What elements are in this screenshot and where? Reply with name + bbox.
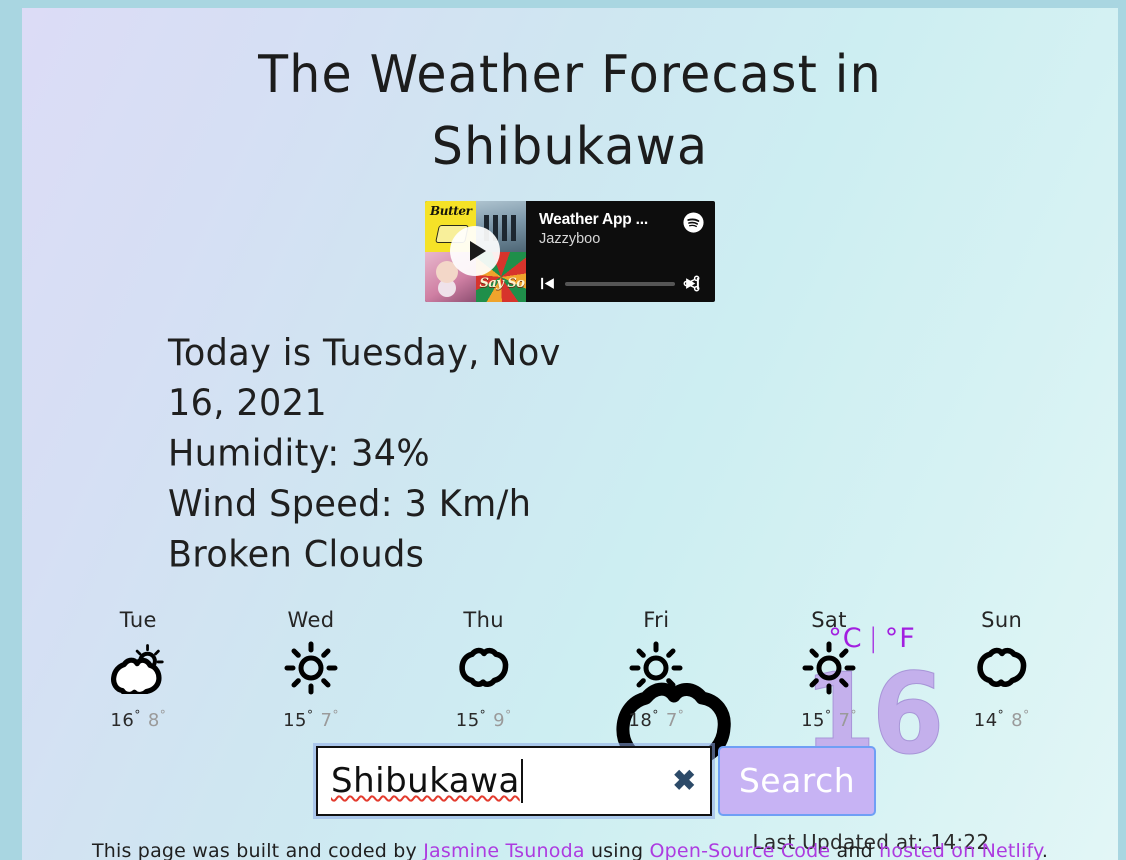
page-title: The Weather Forecast in Shibukawa — [22, 8, 1118, 183]
forecast-day-min: 7° — [665, 708, 685, 731]
album-art-collage: Butter Say So — [425, 201, 526, 302]
forecast-row: Tue 16° 8° Wed 15° 7° Thu 15° 9° Fri 18° 7° Sat 15° 7°… — [52, 608, 1088, 731]
footer-text-2: using — [584, 840, 650, 860]
forecast-day-min: 9° — [493, 708, 512, 731]
forecast-day-max: 18° — [628, 708, 659, 731]
forecast-day-temps: 16° 8° — [52, 708, 225, 731]
forecast-day-name: Fri — [643, 608, 670, 632]
page-title-line2: Shibukawa — [431, 116, 709, 177]
forecast-day: Fri 18° 7° — [570, 608, 743, 731]
search-button[interactable]: Search — [718, 746, 876, 816]
current-wind-speed: Wind Speed: 3 Km/h — [168, 483, 532, 526]
page-title-line1: The Weather Forecast in — [258, 44, 882, 105]
forecast-day-max: 15° — [455, 708, 487, 731]
forecast-day-temps: 15° 9° — [397, 708, 570, 731]
forecast-day-icon — [915, 639, 1088, 697]
forecast-day-icon — [743, 639, 916, 697]
forecast-day-name: Tue — [119, 608, 157, 632]
text-caret — [520, 759, 523, 803]
forecast-day-max: 15° — [801, 708, 832, 731]
cloud-icon — [977, 647, 1026, 688]
footer-link-source[interactable]: Open-Source Code — [650, 840, 831, 860]
forecast-day-min: 8° — [147, 708, 167, 731]
sun-icon — [802, 641, 856, 695]
search-form: Shibukawa ✖ Search — [313, 743, 876, 819]
album-art-tile-1-label: Butter — [430, 204, 472, 218]
app-frame: The Weather Forecast in Shibukawa Butter… — [22, 8, 1118, 860]
search-input-value: Shibukawa — [331, 761, 520, 801]
footer-link-host[interactable]: hosted on Netlify — [879, 840, 1042, 860]
forecast-day-icon — [397, 639, 570, 697]
forecast-day: Thu 15° 9° — [397, 608, 570, 731]
forecast-day: Wed 15° 7° — [225, 608, 398, 731]
current-weather-text: Today is Tuesday, Nov 16, 2021 Humidity:… — [168, 328, 608, 580]
album-art-tile-4-label: Say So — [479, 275, 525, 291]
forecast-day-max: 14° — [973, 708, 1005, 731]
previous-track-icon[interactable] — [539, 275, 556, 292]
footer-text-1: This page was built and coded by — [91, 840, 424, 860]
current-description: Broken Clouds — [168, 533, 425, 576]
current-date: Today is Tuesday, Nov 16, 2021 — [168, 332, 561, 425]
share-icon[interactable] — [682, 274, 701, 293]
spotify-icon[interactable] — [683, 212, 704, 233]
footer: This page was built and coded by Jasmine… — [22, 840, 1118, 860]
current-weather-section: Today is Tuesday, Nov 16, 2021 Humidity:… — [22, 322, 1118, 854]
forecast-day-name: Wed — [287, 608, 335, 632]
forecast-day-icon — [570, 639, 743, 697]
forecast-day-icon — [52, 639, 225, 697]
search-input[interactable]: Shibukawa ✖ — [313, 743, 715, 819]
forecast-day-temps: 18° 7° — [570, 708, 743, 731]
spotify-info: Weather App ... Jazzyboo — [526, 201, 715, 302]
footer-text-3: and — [830, 840, 880, 860]
forecast-day: Sat 15° 7° — [743, 608, 916, 731]
spotify-embed[interactable]: Butter Say So Weather App ... Jazzyboo — [425, 201, 715, 302]
spotify-artist-name: Jazzyboo — [539, 231, 601, 247]
forecast-day-min: 8° — [1011, 708, 1030, 731]
cloud-icon — [459, 647, 508, 688]
forecast-day-max: 15° — [283, 708, 314, 731]
forecast-day-temps: 14° 8° — [915, 708, 1088, 731]
forecast-day-name: Sun — [981, 608, 1023, 632]
forecast-day-icon — [225, 639, 398, 697]
sun-icon — [284, 641, 338, 695]
forecast-day-name: Sat — [811, 608, 847, 632]
forecast-day-temps: 15° 7° — [743, 708, 916, 731]
footer-text-4: . — [1041, 840, 1049, 860]
spotify-embed-wrapper: Butter Say So Weather App ... Jazzyboo — [22, 201, 1118, 302]
forecast-day-min: 7° — [320, 708, 339, 731]
spotify-progress-bar[interactable] — [565, 281, 675, 286]
forecast-day-max: 16° — [110, 708, 141, 731]
footer-link-author[interactable]: Jasmine Tsunoda — [423, 840, 584, 860]
forecast-day: Sun 14° 8° — [915, 608, 1088, 731]
forecast-day-name: Thu — [463, 608, 504, 632]
spotify-playback-controls — [539, 275, 701, 292]
current-humidity: Humidity: 34% — [168, 433, 431, 475]
forecast-day: Tue 16° 8° — [52, 608, 225, 731]
play-icon[interactable] — [450, 226, 500, 276]
forecast-day-temps: 15° 7° — [225, 708, 398, 731]
forecast-day-min: 7° — [838, 708, 857, 731]
sun-icon — [629, 641, 683, 695]
partly-cloudy-icon — [111, 644, 164, 694]
spotify-track-title: Weather App ... — [539, 211, 648, 228]
clear-icon[interactable]: ✖ — [673, 767, 696, 795]
